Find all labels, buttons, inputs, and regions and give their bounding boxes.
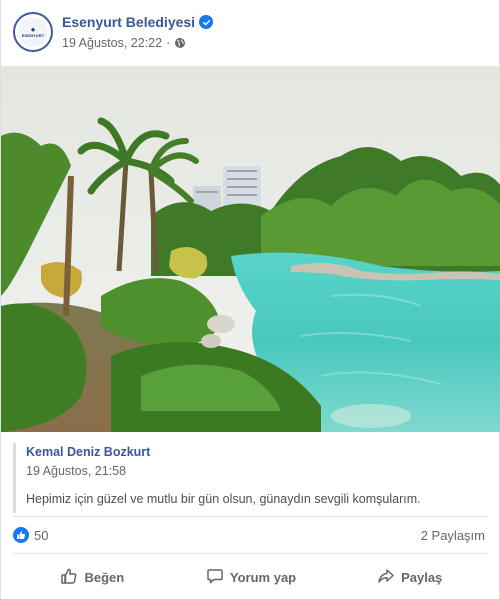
comment-button[interactable]: Yorum yap <box>172 560 331 594</box>
shared-timestamp[interactable]: 19 Ağustos, 21:58 <box>26 464 489 478</box>
verified-badge-icon <box>199 15 214 29</box>
thumbs-up-icon <box>60 567 78 588</box>
action-bar: Beğen Yorum yap Paylaş <box>13 556 489 598</box>
like-button-label: Beğen <box>84 569 125 585</box>
post-header: ◆ ESENYURT Esenyurt Belediyesi 19 Ağusto… <box>1 0 500 66</box>
page-avatar[interactable]: ◆ ESENYURT <box>13 12 53 52</box>
shared-post: Kemal Deniz Bozkurt 19 Ağustos, 21:58 He… <box>13 443 489 513</box>
globe-icon[interactable] <box>174 37 186 49</box>
shared-author-link[interactable]: Kemal Deniz Bozkurt <box>26 445 489 459</box>
reaction-summary[interactable]: 50 <box>13 527 48 543</box>
park-pond-image <box>1 66 500 432</box>
post-meta: 19 Ağustos, 22:22 · <box>62 36 186 50</box>
page-name-row: Esenyurt Belediyesi <box>62 14 214 30</box>
reactions-bar: 50 2 Paylaşım <box>13 516 489 554</box>
share-button[interactable]: Paylaş <box>330 560 489 594</box>
shared-text: Hepimiz için güzel ve mutlu bir gün olsu… <box>26 492 421 506</box>
post-photo[interactable] <box>1 66 500 432</box>
post-timestamp[interactable]: 19 Ağustos, 22:22 <box>62 36 162 50</box>
post-card: ◆ ESENYURT Esenyurt Belediyesi 19 Ağusto… <box>0 0 500 599</box>
like-count: 50 <box>34 527 49 543</box>
page-name-link[interactable]: Esenyurt Belediyesi <box>62 14 195 30</box>
like-reaction-icon <box>13 527 29 543</box>
avatar-logo: ◆ ESENYURT <box>18 17 48 47</box>
share-icon <box>377 567 395 588</box>
meta-separator: · <box>166 36 171 50</box>
comment-icon <box>206 567 224 588</box>
share-count-link[interactable]: 2 Paylaşım <box>421 528 485 543</box>
comment-button-label: Yorum yap <box>229 569 297 585</box>
share-button-label: Paylaş <box>401 569 443 585</box>
like-button[interactable]: Beğen <box>13 560 172 594</box>
avatar-text: ESENYURT <box>21 32 45 38</box>
